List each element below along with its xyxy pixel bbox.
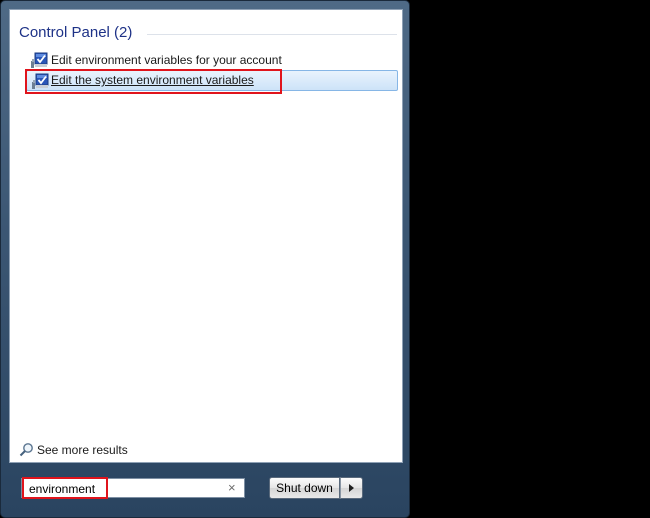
search-input[interactable]: environment ×: [21, 478, 245, 498]
shut-down-button[interactable]: Shut down: [269, 477, 340, 499]
arrow-right-icon: [349, 484, 354, 492]
magnifier-icon: [19, 443, 33, 457]
clear-search-icon[interactable]: ×: [228, 481, 238, 494]
shut-down-options-button[interactable]: [340, 477, 363, 499]
group-title[interactable]: Control Panel (2): [19, 24, 132, 41]
power-controls: Shut down: [269, 477, 363, 499]
result-item-system-env-vars[interactable]: Edit the system environment variables: [26, 70, 398, 91]
results-group-header: Control Panel (2): [19, 24, 397, 44]
start-menu: Control Panel (2) Edit environment varia…: [0, 0, 410, 518]
result-item-label: Edit the system environment variables: [51, 73, 254, 87]
search-input-value: environment: [29, 482, 96, 496]
see-more-label: See more results: [37, 443, 128, 457]
result-item-user-env-vars[interactable]: Edit environment variables for your acco…: [26, 50, 398, 71]
search-results-pane: Control Panel (2) Edit environment varia…: [9, 9, 403, 463]
control-panel-icon: [32, 73, 49, 89]
group-divider: [147, 34, 397, 35]
control-panel-icon: [31, 52, 48, 68]
result-item-label: Edit environment variables for your acco…: [51, 53, 282, 67]
